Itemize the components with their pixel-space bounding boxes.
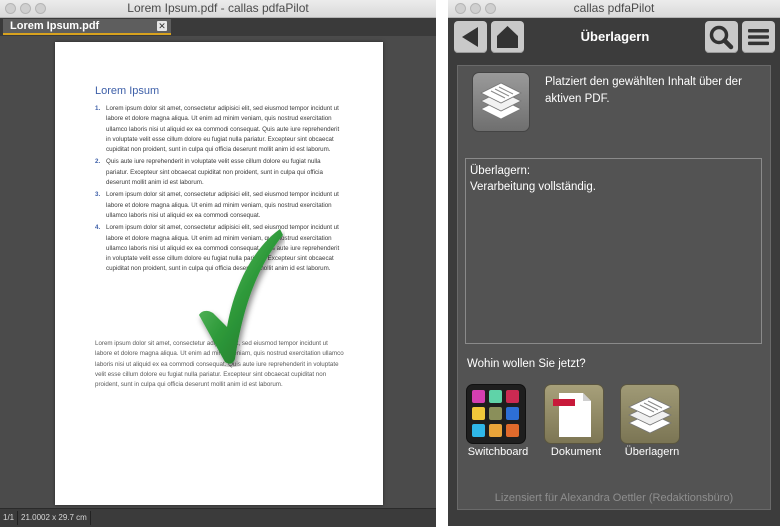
list-item-text: Quis aute iure reprehenderit in voluptat… xyxy=(106,158,323,187)
list-item: 3. Lorem ipsum dolor sit amet, consectetu… xyxy=(95,190,343,221)
result-log[interactable]: Überlagern: Verarbeitung vollständig. xyxy=(465,158,762,344)
nav-dokument[interactable]: Dokument xyxy=(538,384,606,464)
nav-label: Überlagern xyxy=(624,446,680,458)
panel-toolbar: Überlagern xyxy=(448,18,780,58)
page-indicator: 1/1 xyxy=(0,511,19,525)
home-button[interactable] xyxy=(491,21,524,53)
panel-window-title: callas pdfaPilot xyxy=(573,1,655,15)
hamburger-menu-icon xyxy=(748,29,769,46)
profile-description: Platziert den gewählten Inhalt über der … xyxy=(545,76,742,105)
switchboard-grid-icon xyxy=(472,390,519,437)
document-icon xyxy=(544,384,604,444)
home-icon xyxy=(497,26,518,48)
list-item-text: Lorem ipsum dolor sit amet, consectetur … xyxy=(106,191,339,219)
page-size-indicator: 21.0002 x 29.7 cm xyxy=(18,511,91,525)
document-view[interactable]: Lorem Ipsum 1. Lorem ipsum dolor sit amet… xyxy=(0,36,436,508)
list-item: 2. Quis aute iure reprehenderit in volupt… xyxy=(95,157,343,188)
menu-button[interactable] xyxy=(742,21,775,53)
panel-header-title: Überlagern xyxy=(580,29,650,44)
nav-ueberlagern[interactable]: Überlagern xyxy=(614,384,682,464)
tab-lorem-ipsum[interactable]: Lorem Ipsum.pdf ✕ xyxy=(3,19,171,35)
tab-label: Lorem Ipsum.pdf xyxy=(10,20,100,32)
document-tab-bar: Lorem Ipsum.pdf ✕ xyxy=(0,18,436,36)
stacked-pages-icon xyxy=(628,396,672,434)
list-number: 2. xyxy=(95,158,101,166)
where-next-prompt: Wohin wollen Sie jetzt? xyxy=(467,358,586,370)
list-item-text: Lorem ipsum dolor sit amet, consectetur … xyxy=(106,105,340,154)
pdf-viewer-window: Lorem Ipsum.pdf - callas pdfaPilot Lorem… xyxy=(0,0,436,527)
list-item: 1. Lorem ipsum dolor sit amet, consectetu… xyxy=(95,104,343,155)
nav-label: Dokument xyxy=(550,446,602,458)
nav-switchboard[interactable]: Switchboard xyxy=(460,384,528,464)
switchboard-icon xyxy=(466,384,526,444)
back-arrow-icon xyxy=(462,27,478,47)
document-page-icon xyxy=(553,393,591,437)
list-number: 1. xyxy=(95,105,101,112)
search-icon xyxy=(709,25,734,50)
pdfapilot-panel-window: callas pdfaPilot Überlagern Platziert de… xyxy=(448,0,780,526)
panel-content: Platziert den gewählten Inhalt über der … xyxy=(457,65,771,510)
viewer-status-bar: 1/1 21.0002 x 29.7 cm xyxy=(0,508,436,527)
log-line: Überlagern: xyxy=(470,165,531,177)
license-footer: Lizensiert für Alexandra Oettler (Redakt… xyxy=(494,492,734,504)
pdf-page: Lorem Ipsum 1. Lorem ipsum dolor sit amet… xyxy=(55,42,383,505)
overlay-checkmark-arrow-icon xyxy=(199,229,283,364)
log-line: Verarbeitung vollständig. xyxy=(470,181,596,193)
overlay-profile-icon xyxy=(472,72,530,132)
stacked-pages-icon xyxy=(480,82,522,120)
document-heading: Lorem Ipsum xyxy=(95,85,160,97)
back-button[interactable] xyxy=(454,21,487,53)
nav-label: Switchboard xyxy=(467,446,529,458)
list-number: 3. xyxy=(95,191,101,199)
panel-titlebar: callas pdfaPilot xyxy=(448,0,780,18)
search-button[interactable] xyxy=(705,21,738,53)
overlay-icon xyxy=(620,384,680,444)
viewer-titlebar: Lorem Ipsum.pdf - callas pdfaPilot xyxy=(0,0,436,18)
list-number: 4. xyxy=(95,224,101,232)
close-tab-icon[interactable]: ✕ xyxy=(157,21,167,31)
viewer-window-title: Lorem Ipsum.pdf - callas pdfaPilot xyxy=(127,1,309,15)
